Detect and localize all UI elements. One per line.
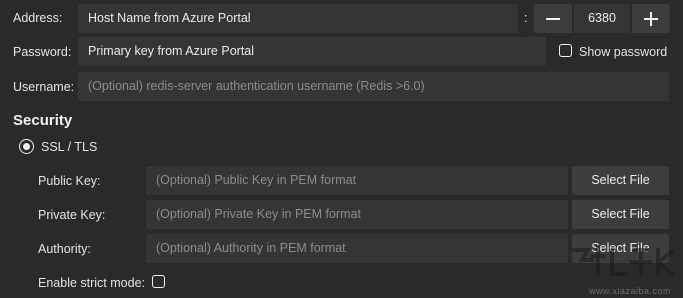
download-site-watermark-icon xyxy=(572,246,674,276)
show-password-label[interactable]: Show password xyxy=(579,46,667,59)
port-decrement-button[interactable] xyxy=(534,4,572,33)
strict-mode-checkbox[interactable] xyxy=(152,275,165,288)
authority-label: Authority: xyxy=(38,242,91,256)
port-increment-button[interactable] xyxy=(632,4,670,33)
private-key-select-file-button[interactable]: Select File xyxy=(572,200,669,229)
username-input[interactable]: (Optional) redis-server authentication u… xyxy=(78,72,669,101)
ssl-tls-radio[interactable] xyxy=(19,139,34,154)
minus-icon xyxy=(546,18,560,20)
watermark-url: www.xiazaiba.com xyxy=(589,286,672,296)
private-key-input[interactable]: (Optional) Private Key in PEM format xyxy=(146,200,568,229)
strict-mode-label: Enable strict mode: xyxy=(38,276,145,290)
plus-icon xyxy=(644,12,658,26)
port-input[interactable]: 6380 xyxy=(574,4,630,33)
public-key-input[interactable]: (Optional) Public Key in PEM format xyxy=(146,166,568,195)
password-input[interactable]: Primary key from Azure Portal xyxy=(78,37,546,66)
public-key-label: Public Key: xyxy=(38,174,101,188)
security-section-title: Security xyxy=(13,112,73,129)
username-label: Username: xyxy=(13,80,75,94)
authority-input[interactable]: (Optional) Authority in PEM format xyxy=(146,234,568,263)
radio-selected-dot xyxy=(23,143,30,150)
private-key-label: Private Key: xyxy=(38,208,106,222)
host-input[interactable]: Host Name from Azure Portal xyxy=(78,4,518,33)
public-key-select-file-button[interactable]: Select File xyxy=(572,166,669,195)
show-password-checkbox[interactable] xyxy=(559,44,572,57)
address-label: Address: xyxy=(13,11,63,25)
password-label: Password: xyxy=(13,45,72,59)
port-separator: : xyxy=(524,11,528,25)
ssl-tls-label[interactable]: SSL / TLS xyxy=(41,141,97,154)
